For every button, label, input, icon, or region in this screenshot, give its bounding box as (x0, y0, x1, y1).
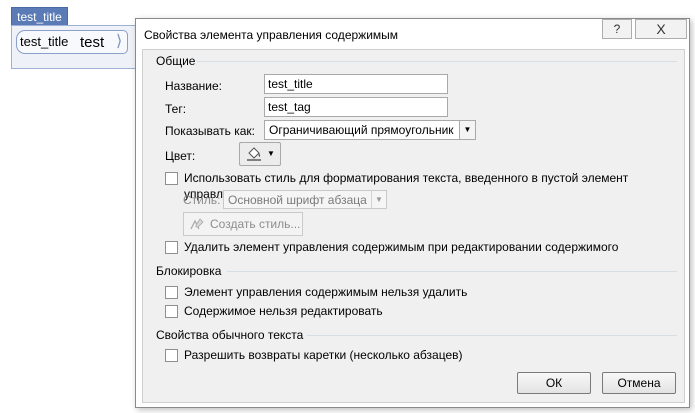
cannot-delete-label[interactable]: Элемент управления содержимым нельзя уда… (184, 284, 467, 300)
use-style-checkbox[interactable] (165, 172, 178, 185)
chevron-down-icon: ▼ (267, 149, 275, 158)
tag-input[interactable] (264, 97, 448, 117)
remove-on-edit-checkbox[interactable] (165, 241, 178, 254)
show-as-select[interactable]: Ограничивающий прямоугольник ▼ (264, 120, 476, 140)
cannot-edit-label[interactable]: Содержимое нельзя редактировать (184, 303, 383, 319)
ok-button[interactable]: ОК (517, 372, 591, 394)
content-control-end-marker: ⟩ (116, 33, 123, 50)
close-button[interactable]: X (635, 19, 687, 39)
style-select: Основной шрифт абзаца ▼ (223, 190, 387, 209)
show-as-value: Ограничивающий прямоугольник (269, 123, 454, 137)
cannot-delete-checkbox[interactable] (165, 286, 178, 299)
name-input[interactable] (264, 74, 448, 94)
section-locking-heading: Блокировка (156, 264, 222, 278)
color-picker-button[interactable]: ▼ (239, 142, 281, 166)
style-label: Стиль: (183, 193, 221, 207)
new-style-button: Создать стиль... (183, 212, 303, 236)
section-divider (227, 271, 677, 272)
show-as-label: Показывать как: (165, 124, 255, 138)
content-control-value[interactable]: test (80, 32, 104, 54)
allow-carriage-returns-label[interactable]: Разрешить возвраты каретки (несколько аб… (184, 347, 463, 363)
remove-on-edit-label[interactable]: Удалить элемент управления содержимым пр… (184, 239, 618, 255)
new-style-button-label: Создать стиль... (210, 217, 301, 231)
section-divider (307, 335, 677, 336)
section-divider (197, 61, 677, 62)
tag-label: Тег: (165, 102, 187, 116)
paint-bucket-icon (247, 147, 261, 161)
dialog-body: Общие Название: Тег: Показывать как: Огр… (142, 49, 685, 403)
cancel-button[interactable]: Отмена (602, 372, 676, 394)
new-style-icon (190, 218, 204, 230)
chevron-down-icon[interactable]: ▼ (459, 121, 475, 139)
help-button[interactable]: ? (602, 19, 632, 39)
name-label: Название: (165, 79, 222, 93)
section-plain-text-heading: Свойства обычного текста (156, 328, 304, 342)
content-control-inline-title: test_title (20, 34, 69, 49)
content-control-properties-dialog: Свойства элемента управления содержимым … (135, 18, 690, 408)
style-value: Основной шрифт абзаца (228, 193, 367, 207)
cannot-edit-checkbox[interactable] (165, 305, 178, 318)
color-label: Цвет: (165, 149, 196, 163)
allow-carriage-returns-checkbox[interactable] (165, 349, 178, 362)
chevron-down-icon: ▼ (371, 191, 386, 208)
content-control-title-tab[interactable]: test_title (11, 7, 68, 25)
section-general-heading: Общие (156, 54, 196, 68)
dialog-title: Свойства элемента управления содержимым (144, 28, 399, 42)
